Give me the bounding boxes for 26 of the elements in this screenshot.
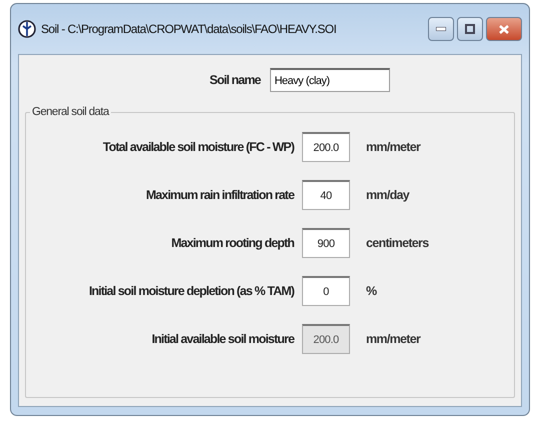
- value-field[interactable]: 40: [302, 180, 350, 210]
- value-field[interactable]: 0: [302, 276, 350, 306]
- close-button[interactable]: [486, 17, 522, 41]
- maximize-icon: [465, 24, 475, 34]
- field-label: Maximum rain infiltration rate: [146, 188, 294, 202]
- value-field[interactable]: 900: [302, 228, 350, 258]
- unit-label: %: [365, 284, 378, 298]
- unit-label: mm/meter: [365, 140, 422, 154]
- group-title: General soil data: [31, 106, 110, 118]
- maximize-button[interactable]: [457, 17, 483, 41]
- unit-label: centimeters: [365, 236, 430, 250]
- field-label: Total available soil moisture (FC - WP): [102, 140, 294, 154]
- soil-name-label: Soil name: [210, 73, 260, 87]
- close-icon: [498, 24, 510, 34]
- unit-label: mm/meter: [365, 332, 422, 346]
- minimize-icon: [436, 27, 446, 31]
- value-field[interactable]: 200.0: [302, 324, 350, 354]
- window-title: Soil - C:\ProgramData\CROPWAT\data\soils\FAO\HEAVY.SOI: [41, 22, 338, 36]
- app-icon: [18, 20, 36, 38]
- field-label: Initial soil moisture depletion (as % TAM): [88, 284, 294, 298]
- field-label: Maximum rooting depth: [171, 236, 294, 250]
- value-field[interactable]: 200.0: [302, 132, 350, 162]
- unit-label: mm/day: [365, 188, 410, 202]
- soil-name-field[interactable]: Heavy (clay): [270, 68, 390, 92]
- minimize-button[interactable]: [428, 17, 454, 41]
- field-label: Initial available soil moisture: [152, 332, 294, 346]
